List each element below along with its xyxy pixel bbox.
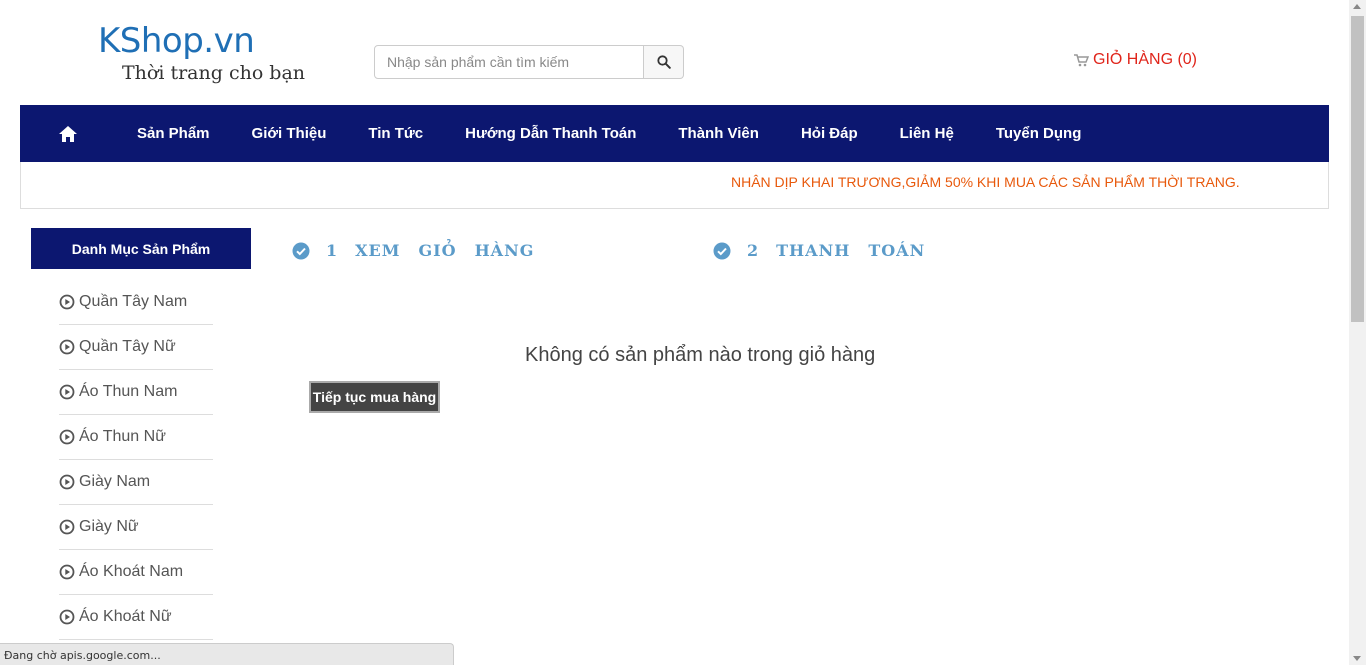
play-circle-icon xyxy=(59,474,75,490)
nav-item-tin-tuc[interactable]: Tin Tức xyxy=(347,105,444,162)
category-label: Giày Nữ xyxy=(79,518,139,535)
empty-cart-message: Không có sản phẩm nào trong giỏ hàng xyxy=(525,344,876,366)
category-label: Áo Khoát Nữ xyxy=(79,608,172,625)
play-circle-icon xyxy=(59,339,75,355)
promo-banner: NHÂN DỊP KHAI TRƯƠNG,GIẢM 50% KHI MUA CÁ… xyxy=(20,162,1329,209)
check-circle-icon xyxy=(292,242,310,259)
step-word: THANH xyxy=(776,241,851,260)
browser-status-bar: Đang chờ apis.google.com... xyxy=(0,643,454,665)
step-number: 1 xyxy=(326,241,338,260)
category-label: Áo Thun Nữ xyxy=(79,428,166,445)
main-nav: Sản Phẩm Giới Thiệu Tin Tức Hướng Dẫn Th… xyxy=(20,105,1329,162)
category-item[interactable]: Áo Khoát Nam xyxy=(59,550,213,595)
play-circle-icon xyxy=(59,519,75,535)
logo-text: KShop.vn xyxy=(98,21,255,61)
nav-home[interactable] xyxy=(20,105,116,162)
logo[interactable]: KShop.vn Thời trang cho bạn xyxy=(98,22,318,92)
category-item[interactable]: Áo Thun Nam xyxy=(59,370,213,415)
search-form xyxy=(374,45,684,79)
nav-item-thanh-vien[interactable]: Thành Viên xyxy=(657,105,780,162)
step-number: 2 xyxy=(747,241,759,260)
play-circle-icon xyxy=(59,609,75,625)
cart-link[interactable]: GIỎ HÀNG (0) xyxy=(1074,51,1197,69)
nav-item-san-pham[interactable]: Sản Phẩm xyxy=(116,105,231,162)
cart-icon xyxy=(1074,53,1089,66)
nav-item-gioi-thieu[interactable]: Giới Thiệu xyxy=(231,105,348,162)
nav-item-hoi-dap[interactable]: Hỏi Đáp xyxy=(780,105,879,162)
promo-text: NHÂN DỊP KHAI TRƯƠNG,GIẢM 50% KHI MUA CÁ… xyxy=(731,174,1240,190)
play-circle-icon xyxy=(59,429,75,445)
search-button[interactable] xyxy=(644,45,684,79)
category-list: Quần Tây Nam Quần Tây Nữ Áo Thun Nam Áo … xyxy=(59,280,213,640)
category-label: Áo Khoát Nam xyxy=(79,563,184,580)
category-item[interactable]: Áo Khoát Nữ xyxy=(59,595,213,640)
cart-label: GIỎ HÀNG (0) xyxy=(1093,51,1198,68)
category-item[interactable]: Giày Nữ xyxy=(59,505,213,550)
step-checkout: 2 THANH TOÁN xyxy=(713,241,943,260)
step-word: TOÁN xyxy=(868,241,926,260)
nav-item-lien-he[interactable]: Liên Hệ xyxy=(879,105,975,162)
play-circle-icon xyxy=(59,564,75,580)
vertical-scrollbar[interactable] xyxy=(1349,0,1366,665)
scroll-thumb[interactable] xyxy=(1351,16,1364,322)
category-label: Quần Tây Nữ xyxy=(79,338,176,355)
category-label: Giày Nam xyxy=(79,473,151,490)
nav-item-huong-dan-thanh-toan[interactable]: Hướng Dẫn Thanh Toán xyxy=(444,105,657,162)
scroll-down-arrow-icon[interactable] xyxy=(1353,656,1361,661)
category-item[interactable]: Quần Tây Nữ xyxy=(59,325,213,370)
category-item[interactable]: Quần Tây Nam xyxy=(59,280,213,325)
step-word: GIỎ xyxy=(418,241,457,260)
logo-tagline: Thời trang cho bạn xyxy=(122,62,306,84)
continue-shopping-button[interactable]: Tiếp tục mua hàng xyxy=(309,381,440,413)
sidebar-title: Danh Mục Sản Phẩm xyxy=(31,228,251,269)
step-view-cart: 1 XEM GIỎ HÀNG xyxy=(292,241,552,260)
search-icon xyxy=(656,55,671,69)
step-word: HÀNG xyxy=(474,241,535,260)
search-input[interactable] xyxy=(374,45,644,79)
play-circle-icon xyxy=(59,384,75,400)
step-word: XEM xyxy=(355,241,401,260)
category-label: Quần Tây Nam xyxy=(79,293,188,310)
category-item[interactable]: Giày Nam xyxy=(59,460,213,505)
scroll-up-arrow-icon[interactable] xyxy=(1353,4,1361,9)
play-circle-icon xyxy=(59,294,75,310)
home-icon xyxy=(59,125,77,142)
nav-item-tuyen-dung[interactable]: Tuyển Dụng xyxy=(975,105,1103,162)
category-item[interactable]: Áo Thun Nữ xyxy=(59,415,213,460)
category-label: Áo Thun Nam xyxy=(79,383,178,400)
check-circle-icon xyxy=(713,242,731,259)
page: KShop.vn Thời trang cho bạn GIỎ HÀNG (0)… xyxy=(0,0,1366,665)
